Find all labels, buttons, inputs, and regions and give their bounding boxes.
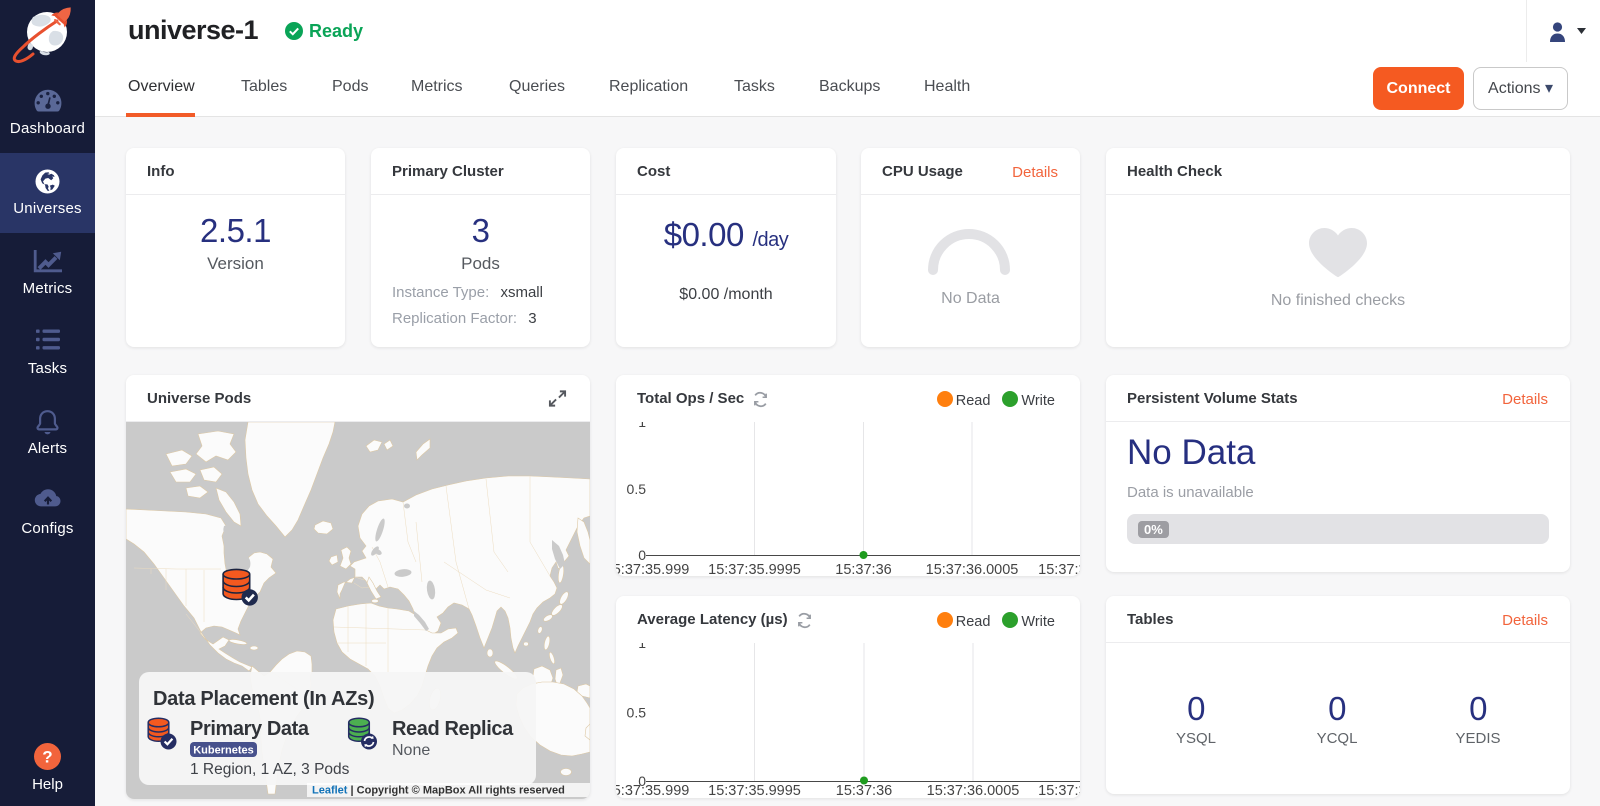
svg-text:15:37:36: 15:37:36 — [836, 783, 892, 798]
svg-text:15:37:36.001: 15:37:36.001 — [1038, 562, 1080, 576]
svg-text:1: 1 — [638, 643, 646, 651]
svg-text:15:37:36.001: 15:37:36.001 — [1038, 783, 1080, 798]
svg-text:15:37:36.0005: 15:37:36.0005 — [926, 562, 1019, 576]
svg-text:0.5: 0.5 — [627, 481, 647, 497]
svg-text:1: 1 — [638, 422, 646, 430]
svg-text:15:37:36.0005: 15:37:36.0005 — [927, 783, 1020, 798]
svg-text:None: None — [392, 742, 430, 759]
svg-text:Primary Data: Primary Data — [190, 718, 310, 740]
svg-text:Data Placement (In AZs): Data Placement (In AZs) — [153, 688, 374, 710]
svg-text:0: 0 — [638, 547, 646, 563]
svg-text:?: ? — [42, 748, 52, 767]
svg-text:Leaflet | Copyright © MapBox A: Leaflet | Copyright © MapBox All rights … — [312, 785, 565, 797]
svg-text:15:37:35.999: 15:37:35.999 — [616, 783, 689, 798]
svg-text:Kubernetes: Kubernetes — [193, 745, 254, 757]
svg-text:15:37:35.999: 15:37:35.999 — [616, 562, 689, 576]
svg-text:1 Region, 1 AZ, 3 Pods: 1 Region, 1 AZ, 3 Pods — [190, 761, 350, 778]
svg-text:15:37:35.9995: 15:37:35.9995 — [708, 783, 801, 798]
svg-text:Read Replica: Read Replica — [392, 718, 514, 740]
svg-text:15:37:36: 15:37:36 — [835, 562, 891, 576]
svg-text:0.5: 0.5 — [627, 705, 647, 721]
svg-text:15:37:35.9995: 15:37:35.9995 — [708, 562, 801, 576]
